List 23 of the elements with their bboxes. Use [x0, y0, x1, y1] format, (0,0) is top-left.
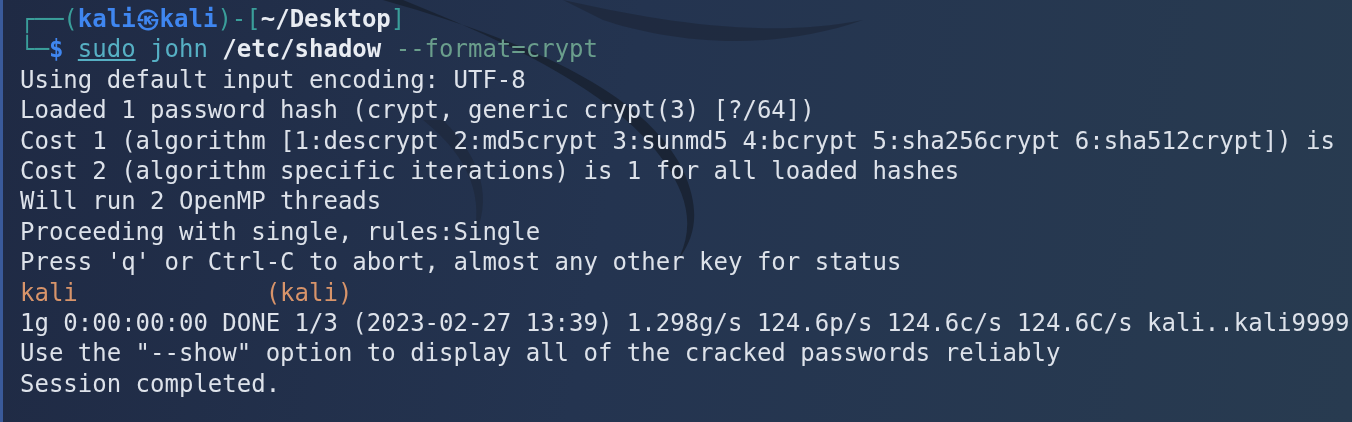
path-text: /etc/shadow [222, 35, 382, 64]
cracked-password-text: (kali) [265, 278, 353, 307]
prompt-frame: ┌──( [20, 5, 78, 33]
output-line: 1g 0:00:00:00 DONE 1/3 (2023-02-27 13:39) 1.298g/s 124.6p/s 124.6c/s 124.6C/s kali..kali9999 [20, 308, 1350, 337]
output-line: Using default input encoding: UTF-8 [20, 65, 526, 94]
prompt-frame: )-[ [217, 5, 261, 33]
command-text: sudo [77, 35, 136, 64]
prompt-frame: ] [390, 5, 406, 33]
output-line: Cost 2 (algorithm specific iterations) is 1 for all loaded hashes [20, 156, 960, 185]
command-text: john [150, 35, 208, 64]
output-line: Session completed. [20, 369, 281, 398]
cracked-password-text: kali [20, 278, 78, 307]
output-line: Use the "--show" option to display all of the cracked passwords reliably [20, 339, 1061, 368]
prompt-user: $ [48, 35, 64, 64]
path-text: ~/Desktop [260, 5, 391, 33]
output-line: Proceeding with single, rules:Single [20, 217, 541, 246]
output-line: Press 'q' or Ctrl-C to abort, almost any other key for status [20, 248, 902, 277]
output-line: Cost 1 (algorithm [1:descrypt 2:md5crypt 3:sunmd5 4:bcrypt 5:sha256crypt 6:sha512crypt]) is [20, 126, 1335, 155]
option-text: --format=crypt [395, 35, 598, 64]
output-line: Loaded 1 password hash (crypt, generic crypt(3) [?/64]) [20, 96, 815, 125]
output-line: Will run 2 OpenMP threads [20, 187, 382, 216]
prompt-frame: └─ [20, 35, 49, 64]
prompt-user: kali㉿kali [77, 5, 218, 33]
